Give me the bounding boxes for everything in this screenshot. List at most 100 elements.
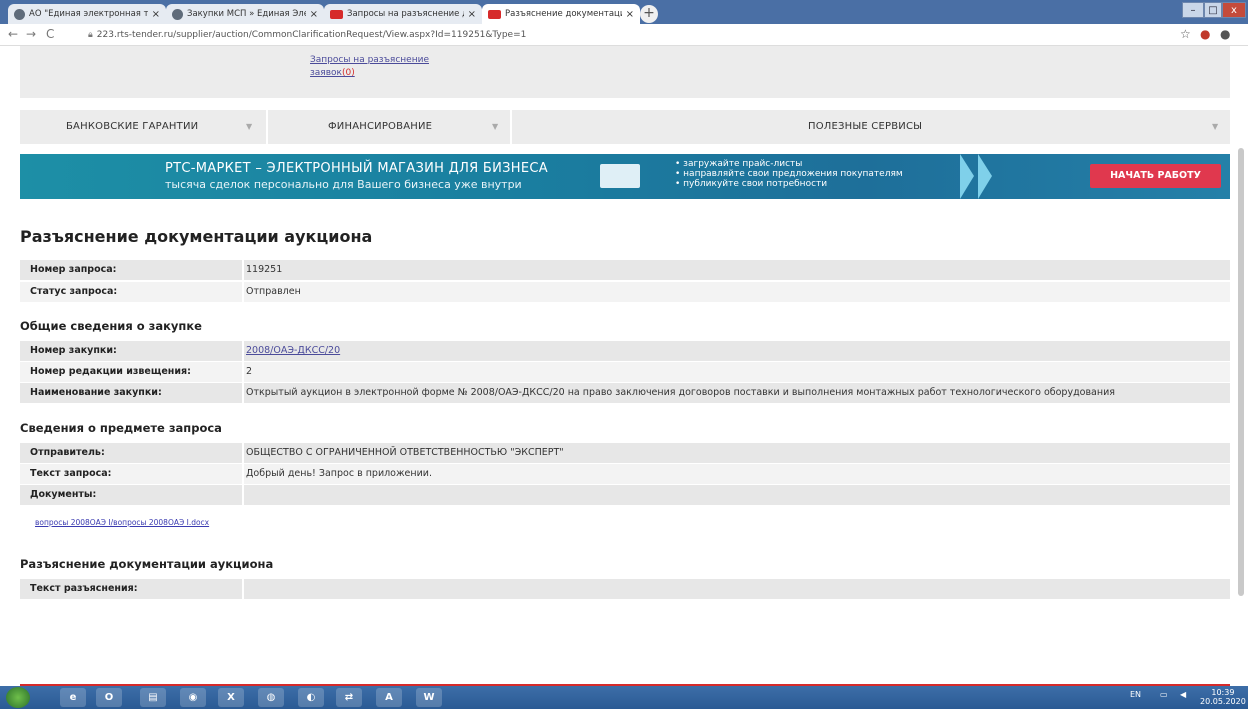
table-row: Наименование закупки: Открытый аукцион в… <box>20 383 1230 403</box>
purchase-name: Открытый аукцион в электронной форме № 2… <box>246 387 1115 398</box>
field-label: Текст запроса: <box>30 468 112 479</box>
reload-icon[interactable]: C <box>46 27 54 41</box>
field-label: Номер редакции извещения: <box>30 366 191 377</box>
page-title: Разъяснение документации аукциона <box>20 227 373 246</box>
lock-icon: 🔒︎ <box>88 30 93 40</box>
teamviewer-icon[interactable]: ⇄ <box>336 688 362 707</box>
firefox-icon[interactable]: ◍ <box>258 688 284 707</box>
menu-financing[interactable]: ФИНАНСИРОВАНИЕ <box>328 110 432 144</box>
field-label: Наименование закупки: <box>30 387 162 398</box>
globe-icon <box>14 8 25 20</box>
close-icon[interactable]: × <box>626 9 634 20</box>
browser-tab-msp[interactable]: Закупки МСП » Единая Электро × <box>166 4 324 24</box>
url-text: 223.rts-tender.ru/supplier/auction/Commo… <box>96 30 527 40</box>
close-window-button[interactable]: x <box>1222 2 1246 18</box>
chrome-icon[interactable]: ◉ <box>180 688 206 707</box>
cell-divider <box>242 579 244 599</box>
rts-market-banner[interactable]: РТС-МАРКЕТ – ЭЛЕКТРОННЫЙ МАГАЗИН ДЛЯ БИЗ… <box>20 154 1230 199</box>
chevron-down-icon[interactable]: ▼ <box>492 110 498 144</box>
tab-label: АО "Единая электронная торгов <box>29 9 148 19</box>
maximize-button[interactable]: □ <box>1204 2 1222 18</box>
document-link[interactable]: вопросы 2008ОАЭ I/вопросы 2008ОАЭ I.docx <box>35 518 209 527</box>
globe-icon <box>172 8 183 20</box>
system-clock[interactable]: 10:39 20.05.2020 <box>1200 688 1246 706</box>
purchase-number-link[interactable]: 2008/ОАЭ-ДКСС/20 <box>246 341 340 361</box>
cell-divider <box>242 362 244 382</box>
chevron-right-icon <box>960 154 974 199</box>
page-scrollbar[interactable] <box>1238 148 1244 596</box>
forward-icon[interactable]: → <box>26 27 36 41</box>
star-icon[interactable]: ☆ <box>1180 27 1191 41</box>
rtc-icon <box>488 9 501 19</box>
menu-useful-services[interactable]: ПОЛЕЗНЫЕ СЕРВИСЫ <box>808 110 922 144</box>
clarification-requests-link[interactable]: Запросы на разъяснение заявок(0) <box>310 54 429 80</box>
excel-icon[interactable]: X <box>218 688 244 707</box>
start-button[interactable] <box>6 687 30 708</box>
close-icon[interactable]: × <box>468 9 476 20</box>
section-heading-subject: Сведения о предмете запроса <box>20 421 222 435</box>
request-text: Добрый день! Запрос в приложении. <box>246 468 432 479</box>
chevron-down-icon[interactable]: ▼ <box>246 110 252 144</box>
banner-title: РТС-МАРКЕТ – ЭЛЕКТРОННЫЙ МАГАЗИН ДЛЯ БИЗ… <box>165 161 548 176</box>
section-heading-purchase: Общие сведения о закупке <box>20 319 202 333</box>
table-row: Отправитель: ОБЩЕСТВО С ОГРАНИЧЕННОЙ ОТВ… <box>20 443 1230 463</box>
section-heading-clarification: Разъяснение документации аукциона <box>20 557 274 571</box>
menu-divider <box>510 110 512 144</box>
cell-divider <box>242 443 244 463</box>
close-icon[interactable]: × <box>310 9 318 20</box>
browser-tab-eetp[interactable]: АО "Единая электронная торгов × <box>8 4 166 24</box>
cell-divider <box>242 485 244 505</box>
field-label: Текст разъяснения: <box>30 583 138 594</box>
tab-label: Запросы на разъяснение доку <box>347 9 464 19</box>
outlook-icon[interactable]: O <box>96 688 122 707</box>
new-tab-button[interactable]: + <box>640 5 658 23</box>
browser-tab-requests[interactable]: Запросы на разъяснение доку × <box>324 4 482 24</box>
rtc-icon <box>330 9 343 19</box>
taskbar: e O ▤ ◉ X ◍ ◐ ⇄ A W EN ▭ ◀ 10:39 20.05.2… <box>0 686 1248 709</box>
link-line2: заявок <box>310 68 342 78</box>
volume-icon[interactable]: ◀ <box>1180 690 1186 699</box>
language-indicator[interactable]: EN <box>1130 690 1141 699</box>
word-icon[interactable]: W <box>416 688 442 707</box>
browser-tab-clarification[interactable]: Разъяснение документации аук × <box>482 4 640 24</box>
banner-subtitle: тысяча сделок персонально для Вашего биз… <box>165 178 522 191</box>
account-icon[interactable]: ● <box>1220 27 1230 41</box>
main-menu: БАНКОВСКИЕ ГАРАНТИИ ▼ ФИНАНСИРОВАНИЕ ▼ П… <box>20 110 1230 144</box>
tab-label: Закупки МСП » Единая Электро <box>187 9 306 19</box>
ie-icon[interactable]: e <box>60 688 86 707</box>
app-icon[interactable]: ◐ <box>298 688 324 707</box>
banner-bullet: • направляйте свои предложения покупател… <box>675 169 903 179</box>
explorer-icon[interactable]: ▤ <box>140 688 166 707</box>
table-row: Текст запроса: Добрый день! Запрос в при… <box>20 464 1230 484</box>
revision-number: 2 <box>246 366 253 377</box>
table-row: Статус запроса: Отправлен <box>20 282 1230 302</box>
banner-bullet: • публикуйте свои потребности <box>675 179 828 189</box>
menu-bank-guarantees[interactable]: БАНКОВСКИЕ ГАРАНТИИ <box>66 110 198 144</box>
table-row: Номер редакции извещения: 2 <box>20 362 1230 382</box>
tab-label: Разъяснение документации аук <box>505 9 622 19</box>
network-icon[interactable]: ▭ <box>1160 690 1168 699</box>
field-label: Статус запроса: <box>30 286 118 297</box>
start-work-button[interactable]: НАЧАТЬ РАБОТУ <box>1090 164 1221 188</box>
field-label: Номер запроса: <box>30 264 117 275</box>
cell-divider <box>242 383 244 403</box>
cell-divider <box>242 260 244 280</box>
menu-divider <box>266 110 268 144</box>
extension-icon[interactable]: ● <box>1200 27 1210 41</box>
sender-name: ОБЩЕСТВО С ОГРАНИЧЕННОЙ ОТВЕТСТВЕННОСТЬЮ… <box>246 447 564 458</box>
table-row: Номер запроса: 119251 <box>20 260 1230 280</box>
table-row: Номер закупки: 2008/ОАЭ-ДКСС/20 <box>20 341 1230 361</box>
chevron-right-icon <box>978 154 992 199</box>
table-row: Документы: <box>20 485 1230 505</box>
clock-date: 20.05.2020 <box>1200 697 1246 706</box>
field-label: Отправитель: <box>30 447 105 458</box>
url-field[interactable]: 🔒︎ 223.rts-tender.ru/supplier/auction/Com… <box>88 27 1208 43</box>
back-icon[interactable]: ← <box>8 27 18 41</box>
chevron-down-icon[interactable]: ▼ <box>1212 110 1218 144</box>
close-icon[interactable]: × <box>152 9 160 20</box>
minimize-button[interactable]: – <box>1182 2 1204 18</box>
field-label: Номер закупки: <box>30 345 117 356</box>
acrobat-icon[interactable]: A <box>376 688 402 707</box>
cell-divider <box>242 341 244 361</box>
banner-bullet: • загружайте прайс-листы <box>675 159 803 169</box>
